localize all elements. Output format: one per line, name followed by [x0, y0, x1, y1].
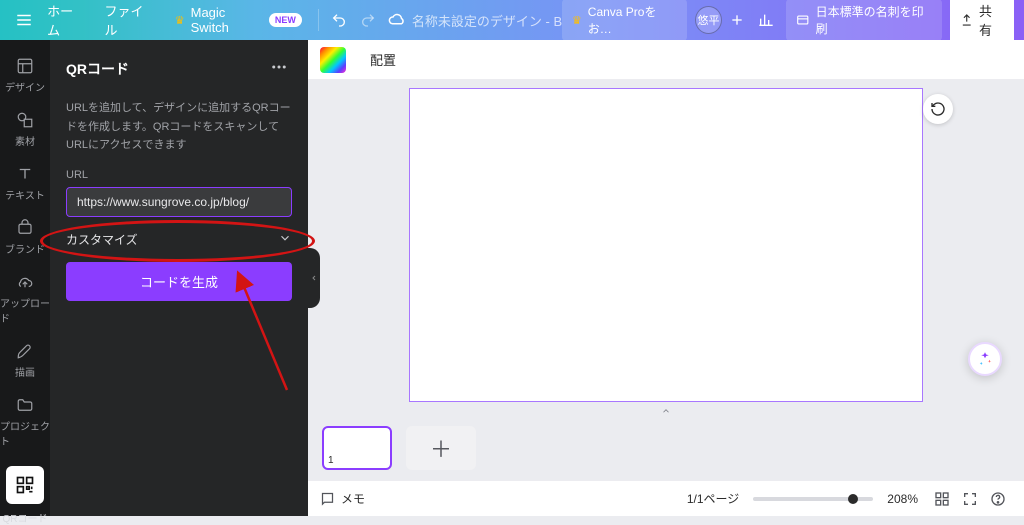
card-icon [796, 13, 810, 27]
top-bar: ホーム ファイル ♛ Magic Switch NEW ♛ Canva Proを… [0, 0, 1024, 40]
upgrade-pro-label: Canva Proをお… [588, 3, 677, 37]
generate-label: コードを生成 [140, 275, 218, 290]
divider [318, 9, 319, 31]
thumbnail-page-1[interactable]: 1 [322, 426, 392, 470]
home-menu[interactable]: ホーム [37, 0, 94, 43]
zoom-slider-knob[interactable] [848, 494, 858, 504]
add-page-button[interactable]: ＋ [406, 426, 476, 470]
rail-text[interactable]: テキスト [0, 156, 50, 210]
qr-icon [6, 466, 44, 504]
avatar-initials: 悠平 [697, 12, 719, 28]
rail-elements-label: 素材 [15, 133, 35, 148]
zoom-slider[interactable] [753, 497, 873, 501]
rotate-icon [930, 101, 946, 117]
rail-draw-label: 描画 [15, 364, 35, 379]
generate-code-button[interactable]: コードを生成 [66, 262, 292, 301]
file-menu[interactable]: ファイル [94, 0, 164, 43]
customize-accordion[interactable]: カスタマイズ [66, 217, 292, 256]
notes-button[interactable]: メモ [320, 490, 365, 507]
rail-draw[interactable]: 描画 [0, 333, 50, 387]
url-field-label: URL [66, 169, 292, 181]
rail-brand[interactable]: ブランド [0, 210, 50, 264]
url-input[interactable] [66, 187, 292, 217]
file-label: ファイル [104, 1, 154, 39]
cloud-sync-icon[interactable] [383, 5, 412, 35]
context-toolbar: 配置 [308, 40, 1024, 80]
home-label: ホーム [47, 1, 84, 39]
magic-assist-button[interactable] [968, 342, 1002, 376]
folder-icon [15, 395, 35, 415]
rail-projects[interactable]: プロジェクト [0, 387, 50, 456]
thumbnail-page-1-num: 1 [328, 455, 334, 466]
analytics-button[interactable] [751, 5, 780, 35]
share-button[interactable]: 共有 [950, 0, 1015, 44]
rotate-button[interactable] [923, 94, 953, 124]
canvas-area: 1 ＋ [308, 80, 1024, 480]
zoom-value: 208% [887, 492, 918, 506]
qr-panel: QRコード URLを追加して、デザインに追加するQRコードを作成します。QRコー… [50, 40, 308, 516]
upload-icon [960, 13, 973, 27]
position-label: 配置 [370, 53, 396, 68]
background-color-button[interactable] [320, 47, 346, 73]
rail-elements[interactable]: 素材 [0, 102, 50, 156]
position-button[interactable]: 配置 [362, 46, 404, 73]
rail-brand-label: ブランド [5, 241, 45, 256]
notes-label: メモ [341, 490, 365, 507]
page-thumbnails: 1 ＋ [308, 426, 476, 470]
side-rail: デザイン 素材 テキスト ブランド アップロード 描画 プロジェクト アプリ Q… [0, 40, 50, 516]
crown-icon: ♛ [175, 14, 185, 27]
rail-design-label: デザイン [5, 79, 45, 94]
upgrade-pro-button[interactable]: ♛ Canva Proをお… [562, 0, 687, 41]
plus-icon: ＋ [430, 432, 452, 464]
shapes-icon [15, 110, 35, 130]
crown-icon: ♛ [572, 14, 582, 27]
text-icon [15, 164, 35, 184]
chevron-down-icon [278, 231, 292, 248]
expand-pages-handle[interactable] [648, 404, 684, 418]
new-badge: NEW [269, 13, 302, 27]
page-indicator: 1/1ページ [687, 490, 739, 507]
rail-upload[interactable]: アップロード [0, 264, 50, 333]
rail-upload-label: アップロード [0, 295, 50, 325]
panel-title: QRコード [66, 59, 129, 79]
brand-icon [15, 218, 35, 238]
magic-switch-button[interactable]: ♛ Magic Switch NEW [165, 1, 312, 39]
design-icon [15, 56, 35, 76]
customize-label: カスタマイズ [66, 231, 138, 248]
pen-icon [15, 341, 35, 361]
print-label: 日本標準の名刺を印刷 [816, 3, 932, 37]
grid-view-button[interactable] [928, 485, 956, 513]
design-page-1[interactable] [409, 88, 923, 402]
panel-description: URLを追加して、デザインに追加するQRコードを作成します。QRコードをスキャン… [66, 99, 292, 155]
help-button[interactable] [984, 485, 1012, 513]
undo-button[interactable] [325, 5, 354, 35]
rail-text-label: テキスト [5, 187, 45, 202]
notes-icon [320, 491, 335, 506]
cloud-upload-icon [15, 272, 35, 292]
rail-qr-label: QRコード [3, 510, 48, 525]
fullscreen-button[interactable] [956, 485, 984, 513]
magic-switch-label: Magic Switch [191, 5, 263, 35]
share-label: 共有 [979, 1, 1004, 39]
hamburger-menu[interactable] [10, 6, 37, 34]
document-title-input[interactable] [412, 13, 562, 28]
panel-more-button[interactable] [266, 54, 292, 83]
rail-design[interactable]: デザイン [0, 48, 50, 102]
add-collaborator-button[interactable] [722, 5, 751, 35]
rail-projects-label: プロジェクト [0, 418, 50, 448]
bottom-bar: メモ 1/1ページ 208% [308, 480, 1024, 516]
redo-button[interactable] [354, 5, 383, 35]
avatar[interactable]: 悠平 [695, 6, 722, 34]
print-button[interactable]: 日本標準の名刺を印刷 [786, 0, 941, 41]
